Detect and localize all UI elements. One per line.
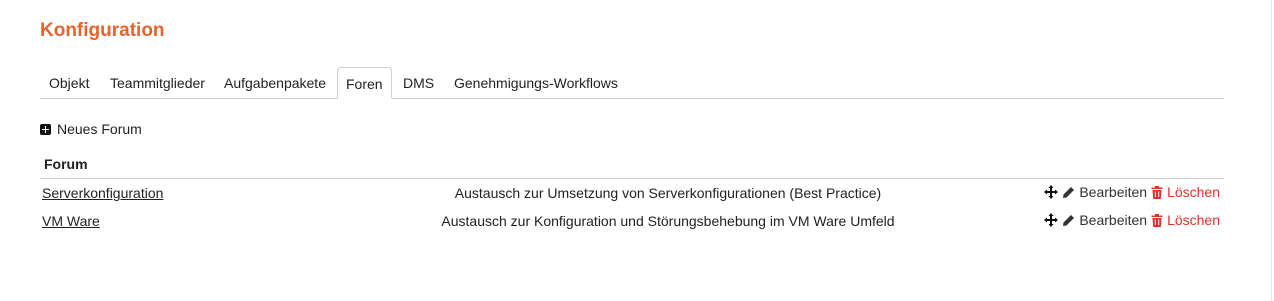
row-actions: Bearbeiten Löschen bbox=[1044, 212, 1220, 228]
forum-link[interactable]: VM Ware bbox=[42, 213, 100, 229]
delete-label: Löschen bbox=[1167, 212, 1220, 228]
pencil-icon bbox=[1063, 214, 1075, 226]
edit-button[interactable]: Bearbeiten bbox=[1062, 184, 1147, 200]
forum-table: Forum Serverkonfiguration Austausch zur … bbox=[40, 150, 1224, 235]
delete-button[interactable]: Löschen bbox=[1151, 212, 1220, 228]
arrows-move-icon[interactable] bbox=[1044, 185, 1059, 199]
page-title: Konfiguration bbox=[40, 20, 165, 41]
tab-objekt[interactable]: Objekt bbox=[49, 67, 89, 98]
tab-bar: Objekt Teammitglieder Aufgabenpakete For… bbox=[40, 67, 1224, 99]
forum-description: Austausch zur Umsetzung von Serverkonfig… bbox=[454, 185, 882, 201]
row-actions: Bearbeiten Löschen bbox=[1044, 184, 1220, 200]
new-forum-button[interactable]: Neues Forum bbox=[40, 121, 142, 137]
pencil-icon bbox=[1063, 186, 1075, 198]
new-forum-label: Neues Forum bbox=[57, 121, 142, 137]
delete-button[interactable]: Löschen bbox=[1151, 184, 1220, 200]
tab-foren[interactable]: Foren bbox=[337, 67, 392, 99]
tab-dms[interactable]: DMS bbox=[403, 67, 434, 98]
trash-icon bbox=[1151, 185, 1163, 199]
plus-square-icon bbox=[40, 123, 51, 135]
table-header: Forum bbox=[40, 150, 1224, 179]
trash-icon bbox=[1151, 213, 1163, 227]
scrollbar-track bbox=[1271, 0, 1272, 301]
table-row: Serverkonfiguration Austausch zur Umsetz… bbox=[40, 179, 1224, 207]
delete-label: Löschen bbox=[1167, 184, 1220, 200]
tab-genehmigungs-workflows[interactable]: Genehmigungs-Workflows bbox=[454, 67, 618, 98]
edit-label: Bearbeiten bbox=[1079, 212, 1148, 228]
table-row: VM Ware Austausch zur Konfiguration und … bbox=[40, 207, 1224, 235]
tab-teammitglieder[interactable]: Teammitglieder bbox=[110, 67, 205, 98]
edit-button[interactable]: Bearbeiten bbox=[1062, 212, 1147, 228]
edit-label: Bearbeiten bbox=[1079, 184, 1148, 200]
forum-link[interactable]: Serverkonfiguration bbox=[42, 185, 163, 201]
tab-aufgabenpakete[interactable]: Aufgabenpakete bbox=[224, 67, 326, 98]
forum-description: Austausch zur Konfiguration und Störungs… bbox=[441, 213, 895, 229]
arrows-move-icon[interactable] bbox=[1044, 213, 1059, 227]
column-header-forum: Forum bbox=[44, 156, 88, 172]
